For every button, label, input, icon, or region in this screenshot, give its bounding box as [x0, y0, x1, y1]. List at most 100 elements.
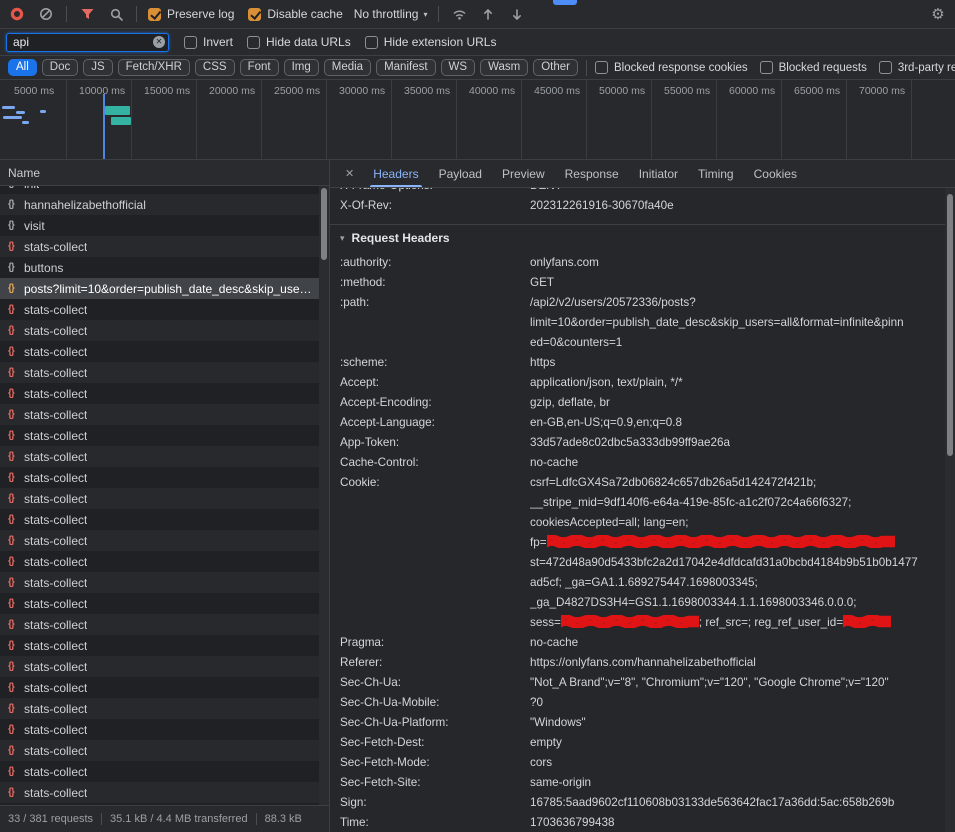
request-row[interactable]: {}stats-collect: [0, 383, 329, 404]
name-column-header[interactable]: Name: [0, 160, 329, 186]
checkbox-blocked-requests[interactable]: Blocked requests: [760, 61, 867, 74]
filter-chip-all[interactable]: All: [8, 59, 37, 76]
tab-headers[interactable]: Headers: [363, 160, 428, 187]
request-row[interactable]: {}stats-collect: [0, 740, 329, 761]
request-row[interactable]: {}stats-collect: [0, 467, 329, 488]
tab-preview[interactable]: Preview: [492, 160, 555, 187]
request-row[interactable]: {}stats-collect: [0, 320, 329, 341]
request-row[interactable]: {}stats-collect: [0, 299, 329, 320]
requests-panel: Name {}init{}hannahelizabethofficial{}vi…: [0, 160, 330, 832]
scrollbar-thumb[interactable]: [947, 194, 953, 456]
header-value: https: [530, 353, 931, 373]
search-icon[interactable]: [107, 5, 125, 23]
request-row[interactable]: {}stats-collect: [0, 551, 329, 572]
request-row[interactable]: {}stats-collect: [0, 761, 329, 782]
checkbox-label: Blocked requests: [779, 62, 867, 74]
tab-cookies[interactable]: Cookies: [744, 160, 807, 187]
request-row[interactable]: {}stats-collect: [0, 488, 329, 509]
filter-chip-img[interactable]: Img: [284, 59, 319, 76]
filter-input[interactable]: [6, 33, 169, 52]
request-row[interactable]: {}stats-collect: [0, 572, 329, 593]
settings-gear-icon[interactable]: ⚙: [929, 5, 947, 23]
request-row[interactable]: {}stats-collect: [0, 425, 329, 446]
request-row[interactable]: {}stats-collect: [0, 362, 329, 383]
import-har-icon[interactable]: [479, 5, 497, 23]
request-row[interactable]: {}stats-collect: [0, 509, 329, 530]
divider: [438, 6, 439, 22]
request-name: stats-collect: [24, 366, 87, 380]
checkbox-label: Hide data URLs: [266, 35, 351, 49]
request-type-icon: {}: [8, 661, 24, 672]
filter-chip-css[interactable]: CSS: [195, 59, 235, 76]
clear-network-log-button[interactable]: [37, 5, 55, 23]
request-type-icon: {}: [8, 640, 24, 651]
tab-initiator[interactable]: Initiator: [629, 160, 688, 187]
tab-payload[interactable]: Payload: [429, 160, 492, 187]
header-row: App-Token:33d57ade8c02dbc5a333db99ff9ae2…: [340, 433, 931, 453]
checkbox-hide-data-urls[interactable]: Hide data URLs: [247, 35, 351, 49]
close-details-icon[interactable]: ✕: [336, 167, 363, 180]
request-type-icon: {}: [8, 186, 24, 189]
filter-chip-wasm[interactable]: Wasm: [480, 59, 528, 76]
request-row[interactable]: {}posts?limit=10&order=publish_date_desc…: [0, 278, 329, 299]
filter-chip-ws[interactable]: WS: [441, 59, 476, 76]
request-row[interactable]: {}visit: [0, 215, 329, 236]
tab-response[interactable]: Response: [555, 160, 629, 187]
request-name: visit: [24, 219, 45, 233]
request-row[interactable]: {}init: [0, 186, 329, 194]
request-row[interactable]: {}stats-collect: [0, 782, 329, 803]
filter-chip-other[interactable]: Other: [533, 59, 578, 76]
request-type-icon: {}: [8, 304, 24, 315]
request-row[interactable]: {}stats-collect: [0, 236, 329, 257]
timeline-gridline: [781, 80, 782, 159]
filter-chip-fetch-xhr[interactable]: Fetch/XHR: [118, 59, 190, 76]
header-row: :authority:onlyfans.com: [340, 253, 931, 273]
tab-timing[interactable]: Timing: [688, 160, 744, 187]
timeline-tick-label: 15000 ms: [144, 85, 190, 97]
throttling-dropdown[interactable]: No throttling ▾: [354, 7, 428, 21]
checkbox-preserve-log[interactable]: Preserve log: [148, 7, 234, 21]
clear-filter-icon[interactable]: ✕: [153, 36, 165, 48]
filter-chip-js[interactable]: JS: [83, 59, 112, 76]
network-conditions-icon[interactable]: [450, 5, 468, 23]
timeline-overview[interactable]: 5000 ms10000 ms15000 ms20000 ms25000 ms3…: [0, 80, 955, 160]
header-name: Pragma:: [340, 633, 530, 653]
scrollbar-thumb[interactable]: [321, 188, 327, 260]
request-row[interactable]: {}stats-collect: [0, 677, 329, 698]
request-row[interactable]: {}stats-collect: [0, 404, 329, 425]
checkbox-3rd-party-requests[interactable]: 3rd-party requests: [879, 61, 955, 74]
checkbox-disable-cache[interactable]: Disable cache: [248, 7, 342, 21]
request-type-icon: {}: [8, 346, 24, 357]
request-row[interactable]: {}hannahelizabethofficial: [0, 194, 329, 215]
checkbox-invert[interactable]: Invert: [184, 35, 233, 49]
checkbox-blocked-response-cookies[interactable]: Blocked response cookies: [595, 61, 748, 74]
request-row[interactable]: {}stats-collect: [0, 593, 329, 614]
header-row: Cache-Control:no-cache: [340, 453, 931, 473]
request-row[interactable]: {}stats-collect: [0, 656, 329, 677]
request-row[interactable]: {}stats-collect: [0, 698, 329, 719]
record-button[interactable]: [8, 5, 26, 23]
timeline-tick-label: 25000 ms: [274, 85, 320, 97]
filter-chip-doc[interactable]: Doc: [42, 59, 78, 76]
timeline-tick-label: 55000 ms: [664, 85, 710, 97]
request-row[interactable]: {}stats-collect: [0, 719, 329, 740]
request-row[interactable]: {}buttons: [0, 257, 329, 278]
request-type-icon: {}: [8, 787, 24, 798]
checkbox-hide-extension-urls[interactable]: Hide extension URLs: [365, 35, 497, 49]
request-row[interactable]: {}stats-collect: [0, 446, 329, 467]
request-name: stats-collect: [24, 639, 87, 653]
request-row[interactable]: {}stats-collect: [0, 530, 329, 551]
request-row[interactable]: {}stats-collect: [0, 635, 329, 656]
request-row[interactable]: {}stats-collect: [0, 614, 329, 635]
filter-chip-font[interactable]: Font: [240, 59, 279, 76]
requests-scrollbar[interactable]: [319, 186, 329, 805]
overview-activity-block: [111, 117, 131, 125]
details-scrollbar[interactable]: [945, 188, 955, 832]
header-row: Time:1703636799438: [340, 813, 931, 832]
filter-chip-media[interactable]: Media: [324, 59, 371, 76]
request-row[interactable]: {}stats-collect: [0, 341, 329, 362]
export-har-icon[interactable]: [508, 5, 526, 23]
request-headers-section-header[interactable]: ▾Request Headers: [330, 224, 955, 253]
filter-chip-manifest[interactable]: Manifest: [376, 59, 435, 76]
filter-icon[interactable]: [78, 5, 96, 23]
